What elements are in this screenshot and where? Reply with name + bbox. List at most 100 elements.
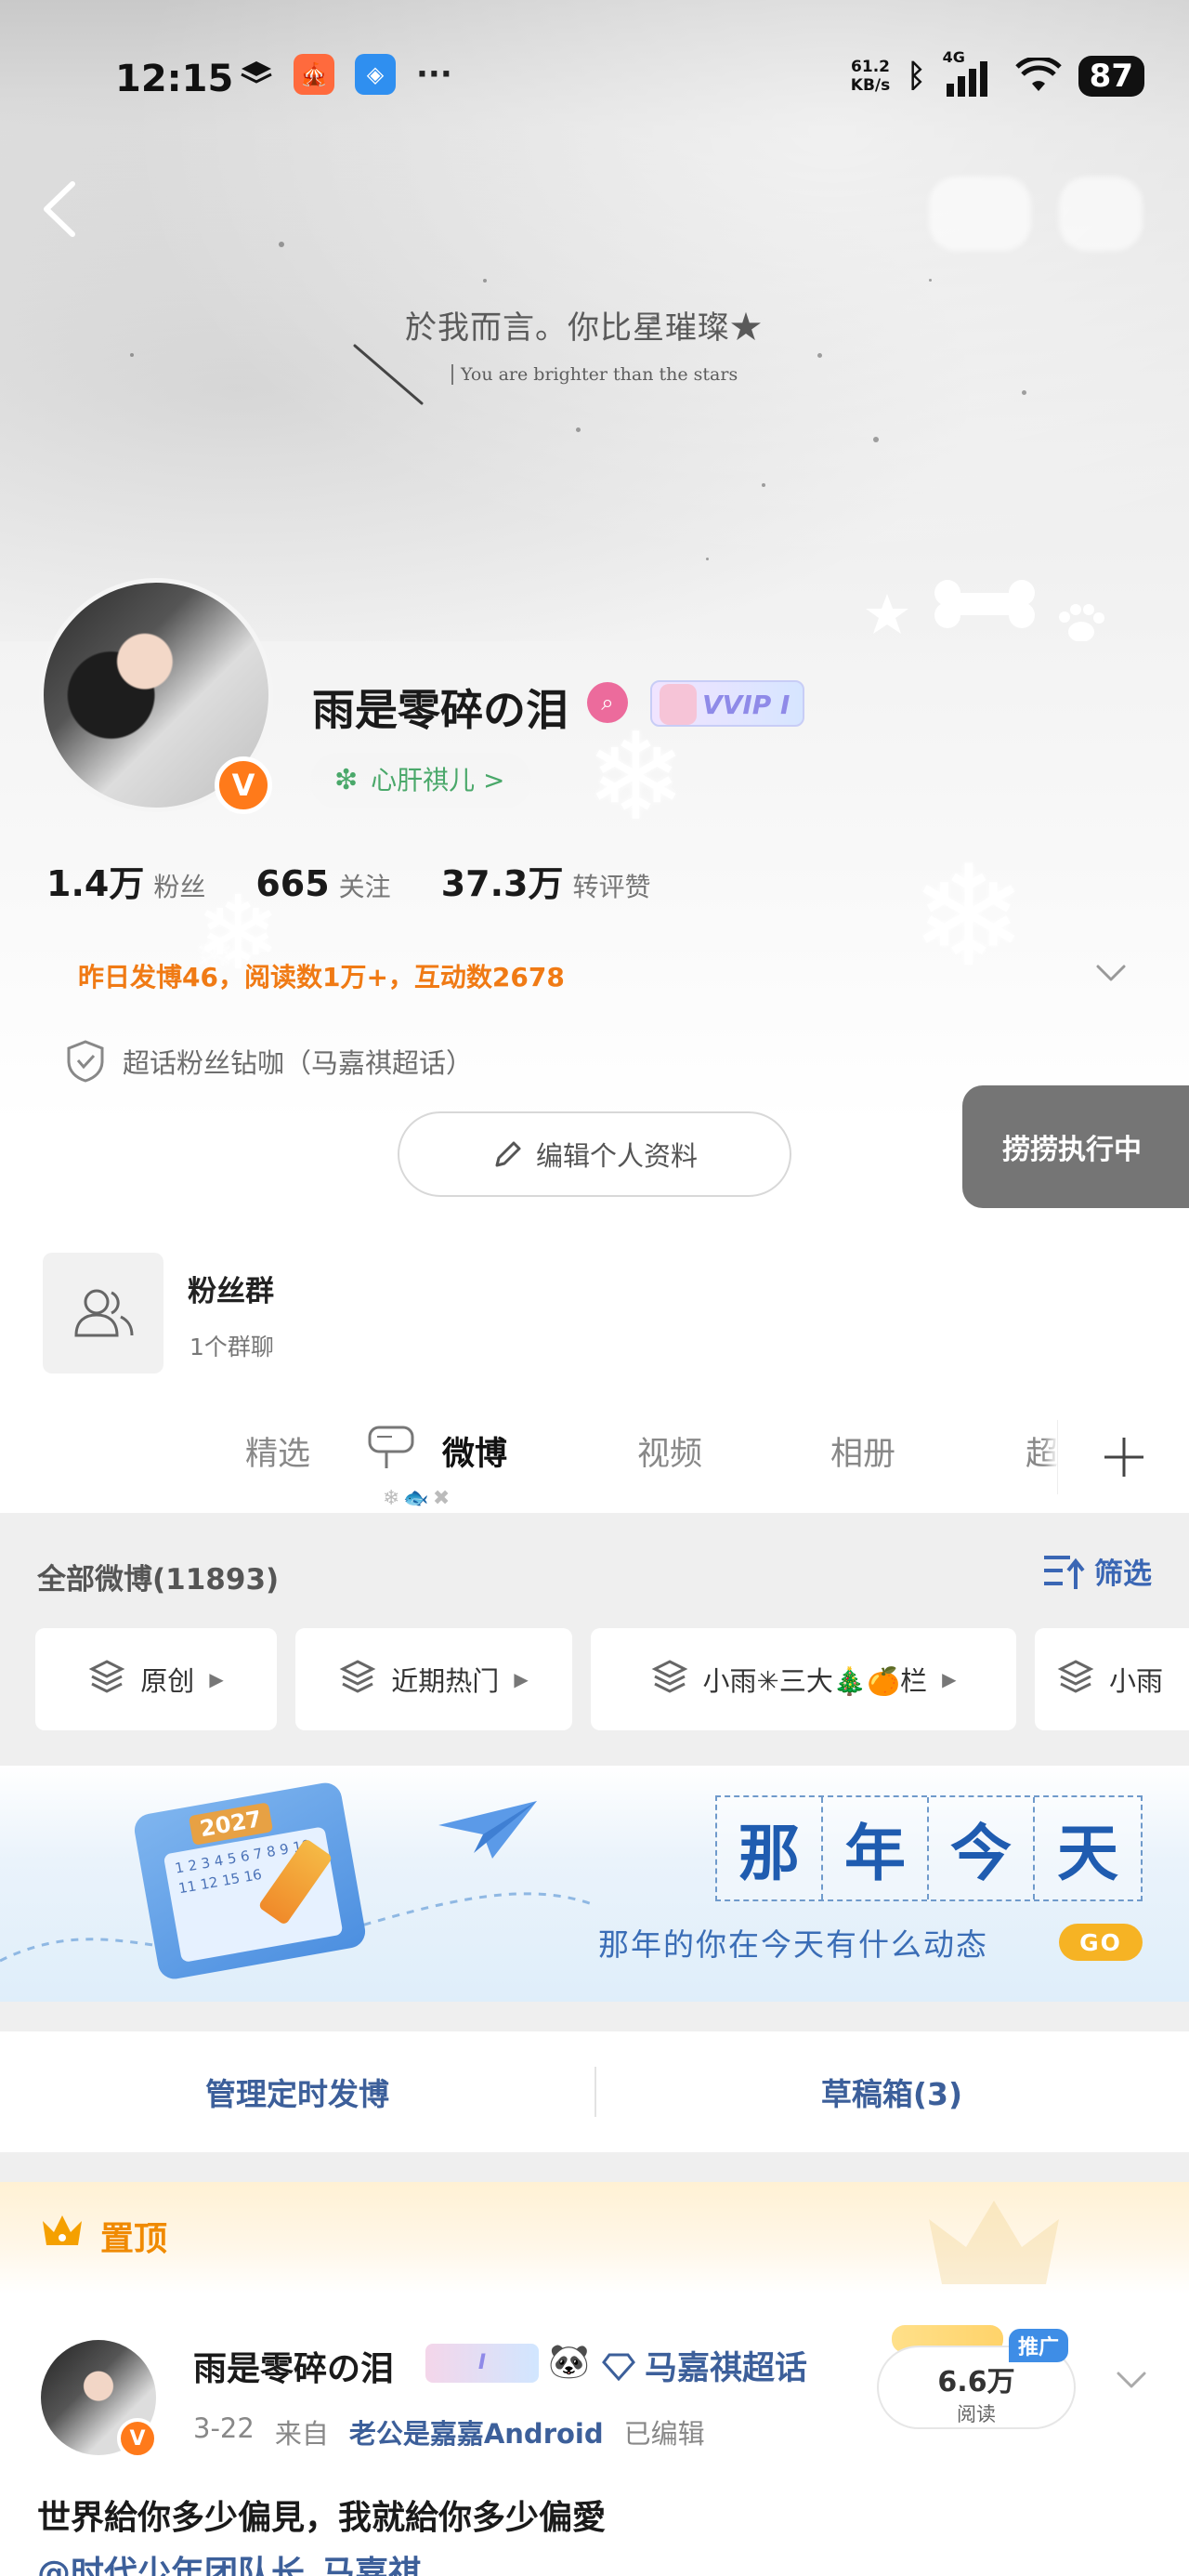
filter-button[interactable]: 筛选 — [1042, 1550, 1152, 1592]
stat-following[interactable]: 665 关注 — [255, 863, 390, 904]
app-notification-icon: 🎪 — [294, 54, 334, 95]
bone-decor — [934, 580, 1035, 628]
cellular-signal-icon: 4G — [943, 48, 999, 97]
cover-subquote: You are brighter than the stars — [451, 364, 738, 385]
chip-original[interactable]: 原创 ▶ — [35, 1628, 277, 1730]
tab-super[interactable]: 超 — [1026, 1427, 1058, 1475]
post-date: 3-22 — [193, 2412, 255, 2444]
chip-label: 近期热门 — [391, 1665, 500, 1697]
star-decor — [866, 594, 908, 634]
vvip-badge[interactable]: VVIP I — [650, 680, 805, 727]
scheduled-posts-button[interactable]: 管理定时发博 — [0, 2031, 594, 2152]
pencil-icon — [495, 1141, 521, 1167]
pinned-header: 置顶 — [0, 2182, 1189, 2293]
top-action-blur[interactable] — [929, 177, 1031, 251]
tab-featured[interactable]: 精选 — [245, 1427, 310, 1475]
drafts-button[interactable]: 草稿箱(3) — [594, 2031, 1189, 2152]
snowflake-decor: ❄ — [910, 836, 1027, 998]
filter-label: 筛选 — [1094, 1557, 1152, 1591]
post-topic-label: 马嘉祺超话 — [645, 2350, 808, 2387]
signal-type: 4G — [942, 48, 965, 66]
shooting-star-decor — [353, 344, 424, 405]
floating-task-button[interactable]: 捞捞执行中 — [962, 1085, 1189, 1208]
banner-title: 那 年 今 天 — [715, 1795, 1143, 1901]
layers-icon — [1057, 1658, 1094, 1702]
verified-v-icon: V — [117, 2418, 158, 2459]
cover-quote: 於我而言。你比星璀璨★ — [405, 309, 763, 347]
pinned-post[interactable]: V 雨是零碎の泪 I 🐼 马嘉祺超话 3-22 来自 老公是嘉嘉Android … — [0, 2293, 1189, 2576]
that-year-today-banner[interactable]: 2027 1 2 3 4 5 6 7 8 9 10 11 12 15 16 那 … — [0, 1766, 1189, 2002]
pet-icon — [660, 684, 697, 725]
top-action-blur[interactable] — [1059, 177, 1143, 251]
pink-search-badge-icon[interactable]: ⌕ — [587, 682, 628, 723]
section-divider — [0, 2002, 1189, 2031]
add-tab-button[interactable] — [1057, 1420, 1189, 1494]
super-fan-label: 超话粉丝钻咖（马嘉祺超话） — [123, 1047, 474, 1079]
compass-app-icon: ◈ — [355, 54, 396, 95]
post-author[interactable]: 雨是零碎の泪 — [193, 2342, 394, 2390]
wifi-icon — [1014, 58, 1062, 91]
edit-profile-button[interactable]: 编辑个人资料 — [398, 1111, 791, 1197]
crown-icon — [43, 2215, 82, 2245]
banner-subtitle: 那年的你在今天有什么动态 — [598, 1926, 988, 1963]
chevron-down-icon[interactable] — [1092, 953, 1130, 991]
profile-tabs: 精选 微博 ❄🐟✖ 视频 相册 超 — [0, 1401, 1189, 1513]
fans-group-icon[interactable] — [43, 1253, 163, 1373]
sort-filter-icon — [1044, 1555, 1085, 1589]
caret-right-icon: ▶ — [942, 1668, 957, 1690]
stat-following-num: 665 — [255, 863, 330, 904]
caret-right-icon: ▶ — [514, 1668, 529, 1690]
banner-title-char: 年 — [823, 1797, 929, 1899]
net-speed-value: 61.2 — [851, 58, 890, 76]
status-app-icons: 🎪 ◈ ··· — [240, 54, 452, 95]
layers-icon — [88, 1658, 125, 1702]
chevron-down-icon[interactable] — [1111, 2359, 1152, 2399]
reads-count: 6.6万 — [937, 2366, 1015, 2399]
crown-watermark-icon — [929, 2201, 1059, 2284]
back-arrow-icon[interactable] — [37, 177, 84, 242]
chip-partial[interactable]: 小雨 — [1035, 1628, 1189, 1730]
vip-badge[interactable]: I — [425, 2344, 539, 2383]
chip-label: 原创 — [140, 1665, 195, 1697]
yesterday-summary[interactable]: 昨日发博46，阅读数1万+，互动数2678 — [78, 957, 565, 994]
super-fan-row[interactable]: 超话粉丝钻咖（马嘉祺超话） — [65, 1039, 473, 1084]
post-mention-link[interactable]: @时代少年团队长_马嘉祺 — [37, 2546, 422, 2576]
fans-group-title[interactable]: 粉丝群 — [188, 1268, 274, 1309]
banner-title-char: 天 — [1057, 1817, 1118, 1889]
promo-tag[interactable]: 推广 — [1009, 2329, 1069, 2362]
chip-recent-hot[interactable]: 近期热门 ▶ — [295, 1628, 572, 1730]
plus-icon — [1104, 1438, 1143, 1477]
chip-label: 小雨✳三大🎄🍊栏 — [702, 1665, 928, 1697]
layers-icon — [651, 1658, 688, 1702]
stat-following-label: 关注 — [338, 872, 391, 902]
post-edited: 已编辑 — [623, 2418, 705, 2450]
tab-weibo[interactable]: 微博 — [442, 1427, 507, 1475]
stat-interactions[interactable]: 37.3万 转评赞 — [441, 855, 651, 906]
panda-icon: 🐼 — [548, 2343, 590, 2381]
pinned-label: 置顶 — [100, 2220, 168, 2258]
tab-albums[interactable]: 相册 — [830, 1427, 895, 1475]
battery-indicator: 87 — [1078, 56, 1144, 97]
go-button[interactable]: GO — [1059, 1924, 1143, 1961]
tab-videos[interactable]: 视频 — [637, 1427, 702, 1475]
post-source[interactable]: 老公是嘉嘉Android — [349, 2412, 604, 2451]
diamond-icon — [602, 2353, 635, 2381]
status-time: 12:15 — [115, 58, 234, 100]
post-topic-link[interactable]: 马嘉祺超话 — [602, 2342, 807, 2389]
profile-stats: 1.4万 粉丝 665 关注 37.3万 转评赞 — [46, 855, 650, 906]
stat-interactions-num: 37.3万 — [440, 863, 564, 904]
chip-label: 小雨 — [1109, 1665, 1164, 1697]
chip-custom-column[interactable]: 小雨✳三大🎄🍊栏 ▶ — [591, 1628, 1016, 1730]
status-bar: 12:15 🎪 ◈ ··· 61.2 KB/s ᛒ 4G 87 — [0, 37, 1189, 121]
snowflake-decor: ❄ — [585, 706, 686, 848]
tab-decor-icons: ❄🐟✖ — [383, 1487, 454, 1510]
fan-group-chip[interactable]: ❇ 心肝祺儿 > — [310, 753, 531, 808]
banner-title-char: 那 — [717, 1797, 823, 1899]
net-speed-unit: KB/s — [850, 76, 891, 95]
stat-fans-num: 1.4万 — [46, 863, 145, 904]
post-from-label: 来自 — [274, 2418, 329, 2450]
username: 雨是零碎の泪 — [312, 685, 568, 735]
stat-fans[interactable]: 1.4万 粉丝 — [46, 855, 205, 906]
verified-v-icon: V — [215, 756, 272, 814]
post-meta: 3-22 来自 老公是嘉嘉Android 已编辑 — [193, 2412, 705, 2451]
